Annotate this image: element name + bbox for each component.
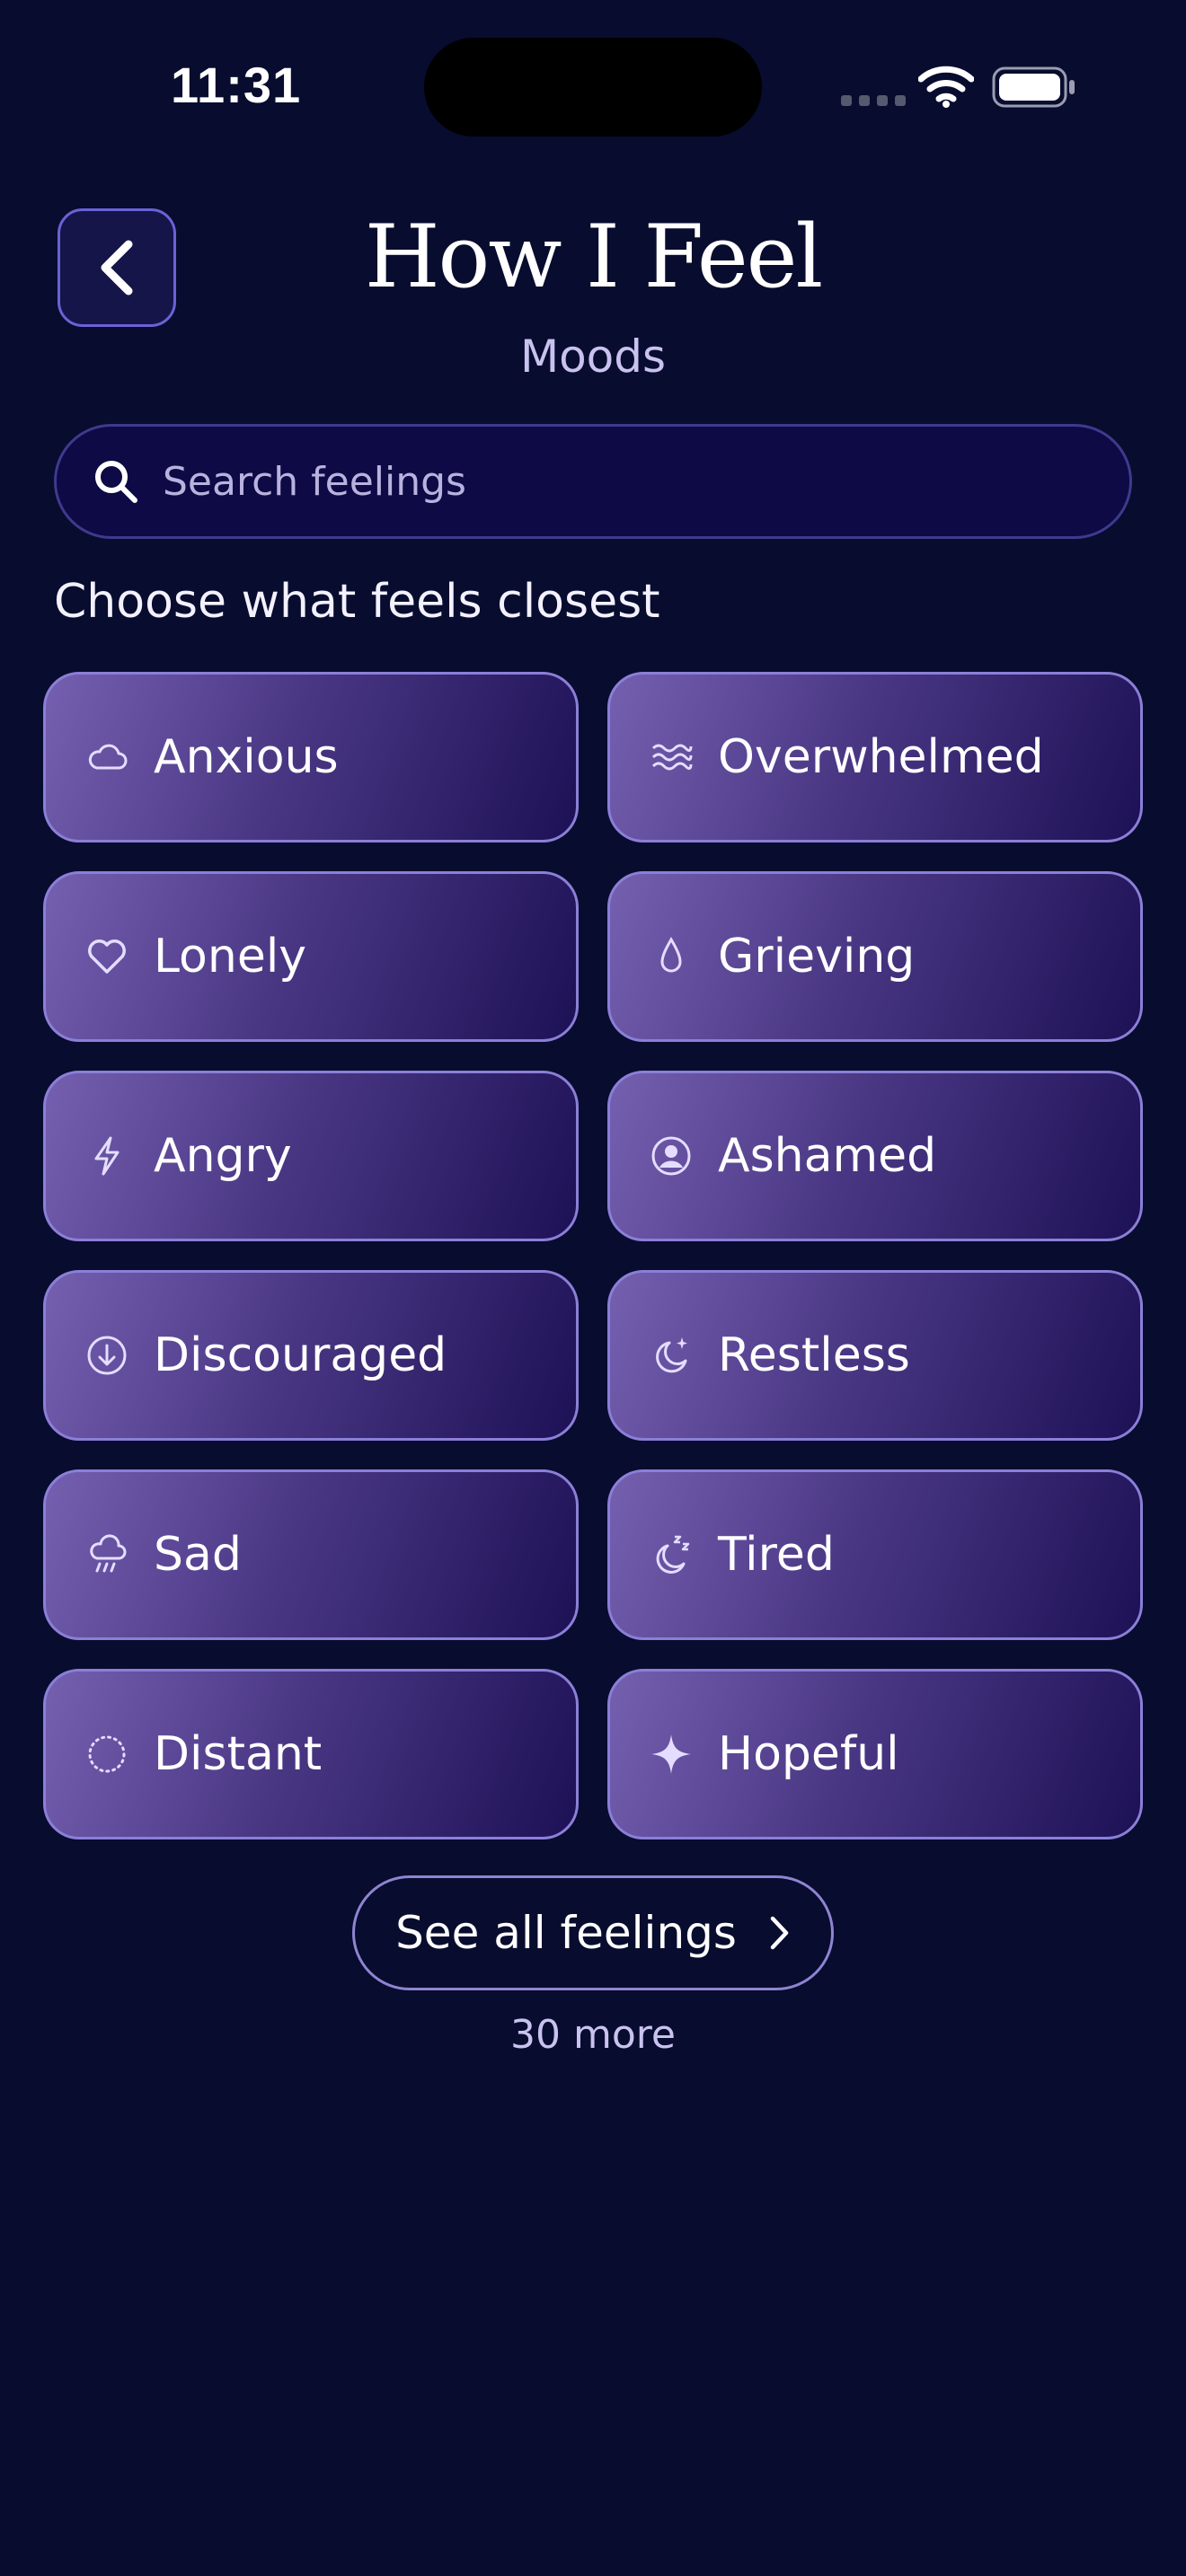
search-icon bbox=[93, 458, 139, 505]
mood-label: Hopeful bbox=[718, 1727, 899, 1781]
mood-card-angry[interactable]: Angry bbox=[43, 1071, 579, 1241]
mood-card-anxious[interactable]: Anxious bbox=[43, 672, 579, 842]
lightning-icon bbox=[85, 1134, 128, 1178]
waves-icon bbox=[650, 736, 693, 779]
page-subtitle: Moods bbox=[519, 331, 667, 383]
dynamic-island bbox=[424, 38, 762, 137]
mood-card-sad[interactable]: Sad bbox=[43, 1469, 579, 1640]
mood-card-tired[interactable]: Tired bbox=[607, 1469, 1143, 1640]
wifi-icon bbox=[917, 65, 975, 111]
mood-label: Anxious bbox=[154, 730, 339, 784]
cloud-icon bbox=[85, 736, 128, 779]
arrow-down-circle-icon bbox=[85, 1334, 128, 1377]
page-title: How I Feel bbox=[364, 207, 823, 307]
battery-icon bbox=[992, 66, 1076, 111]
mood-label: Sad bbox=[154, 1528, 242, 1582]
mood-label: Lonely bbox=[154, 930, 307, 984]
status-time: 11:31 bbox=[171, 57, 302, 113]
mood-label: Discouraged bbox=[154, 1328, 447, 1382]
mood-card-discouraged[interactable]: Discouraged bbox=[43, 1270, 579, 1441]
mood-label: Overwhelmed bbox=[718, 730, 1044, 784]
heart-icon bbox=[85, 935, 128, 978]
see-all-feelings-button[interactable]: See all feelings bbox=[352, 1875, 834, 1990]
mood-card-overwhelmed[interactable]: Overwhelmed bbox=[607, 672, 1143, 842]
person-circle-icon bbox=[650, 1134, 693, 1178]
mood-label: Ashamed bbox=[718, 1129, 937, 1183]
cellular-signal-icon bbox=[841, 95, 906, 106]
chevron-right-icon bbox=[767, 1915, 791, 1951]
search-placeholder: Search feelings bbox=[163, 458, 466, 505]
see-all-label: See all feelings bbox=[395, 1907, 737, 1959]
mood-label: Distant bbox=[154, 1727, 323, 1781]
droplet-icon bbox=[650, 935, 693, 978]
mood-label: Grieving bbox=[718, 930, 916, 984]
mood-label: Tired bbox=[718, 1528, 835, 1582]
mood-card-hopeful[interactable]: Hopeful bbox=[607, 1669, 1143, 1839]
mood-card-distant[interactable]: Distant bbox=[43, 1669, 579, 1839]
dotted-circle-icon bbox=[85, 1733, 128, 1776]
mood-card-restless[interactable]: Restless bbox=[607, 1270, 1143, 1441]
more-count: 30 more bbox=[510, 2012, 676, 2058]
mood-label: Restless bbox=[718, 1328, 910, 1382]
mood-label: Angry bbox=[154, 1129, 292, 1183]
section-heading: Choose what feels closest bbox=[54, 575, 660, 629]
moon-sparkle-icon bbox=[650, 1334, 693, 1377]
search-input[interactable]: Search feelings bbox=[54, 424, 1132, 539]
moon-zzz-icon bbox=[650, 1533, 693, 1576]
sparkle-icon bbox=[650, 1733, 693, 1776]
mood-card-ashamed[interactable]: Ashamed bbox=[607, 1071, 1143, 1241]
rain-cloud-icon bbox=[85, 1533, 128, 1576]
mood-card-grieving[interactable]: Grieving bbox=[607, 871, 1143, 1042]
mood-picker-screen: 11:31 How I Feel Moods Search feelings C… bbox=[0, 0, 1186, 2576]
mood-card-lonely[interactable]: Lonely bbox=[43, 871, 579, 1042]
mood-grid: Anxious Overwhelmed Lonely Grieving Angr… bbox=[43, 672, 1143, 1839]
